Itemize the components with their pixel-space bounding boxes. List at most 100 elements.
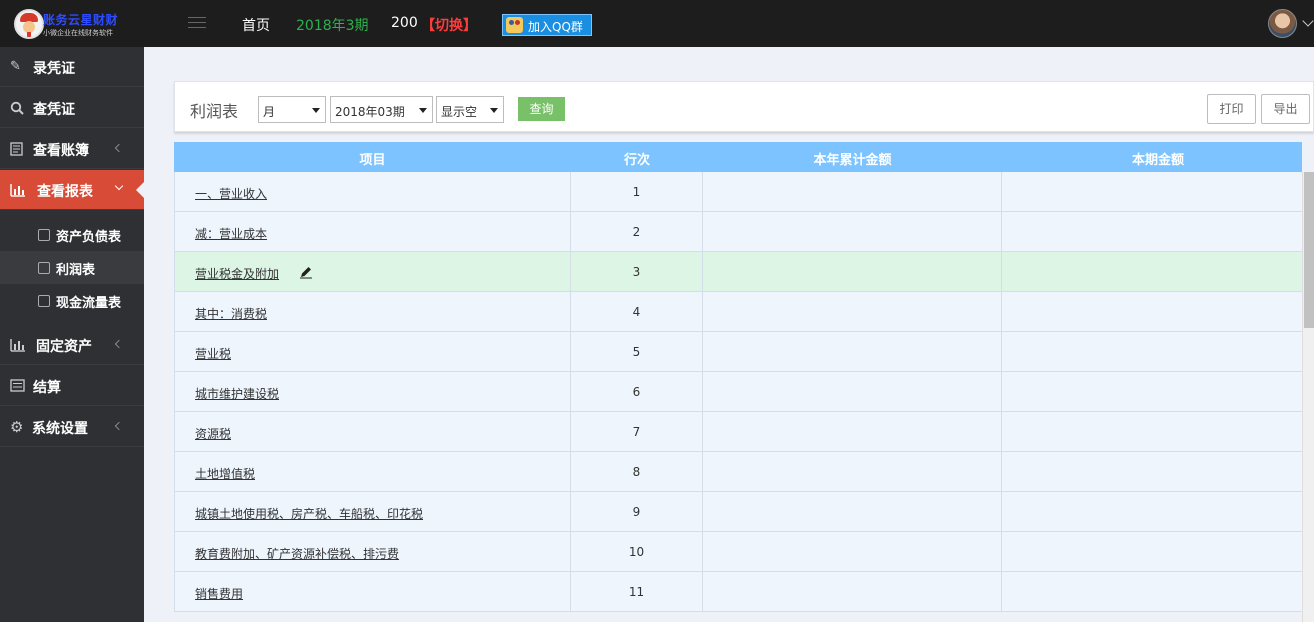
chevron-down-icon[interactable] [1302,15,1314,27]
period-amount-cell[interactable] [1002,292,1302,332]
table-row[interactable]: 资源税 7 [174,412,1302,452]
table-row[interactable]: 一、营业收入 1 [174,172,1302,212]
ytd-amount-cell[interactable] [703,572,1002,612]
document-icon [38,262,50,274]
item-link[interactable]: 减：营业成本 [195,225,267,242]
item-link[interactable]: 土地增值税 [195,465,255,482]
item-cell: 销售费用 [174,572,571,612]
item-link[interactable]: 销售费用 [195,585,243,602]
table-row[interactable]: 销售费用 11 [174,572,1302,612]
column-header-line: 行次 [623,153,650,168]
ytd-amount-cell[interactable] [703,172,1002,212]
top-bar: 账务云星财财 小微企业在线财务软件 首页 2018年3期 200 【切换】 加入… [0,0,1314,47]
sidebar-item-system-settings[interactable]: ⚙ 系统设置 [0,407,144,447]
period-amount-cell[interactable] [1002,212,1302,252]
ytd-amount-cell[interactable] [703,252,1002,292]
table-row[interactable]: 城镇土地使用税、房产税、车船税、印花税 9 [174,492,1302,532]
app-logo[interactable]: 账务云星财财 小微企业在线财务软件 [14,9,144,41]
menu-toggle-icon[interactable] [188,17,206,30]
show-empty-value: 显示空 [441,105,478,119]
query-button[interactable]: 查询 [518,97,565,121]
income-statement-table: 项目 行次 本年累计金额 本期金额 一、营业收入 1 减：营业成本 2 营业税金… [174,142,1302,622]
period-amount-cell[interactable] [1002,452,1302,492]
sidebar-subitem-cash-flow[interactable]: 现金流量表 [0,284,144,317]
period-type-select[interactable]: 月 [258,96,326,123]
nav-home-link[interactable]: 首页 [242,15,270,35]
edit-icon: ✎ [10,59,21,74]
period-amount-cell[interactable] [1002,172,1302,212]
item-link[interactable]: 营业税金及附加 [195,265,279,282]
sidebar-subitem-balance-sheet[interactable]: 资产负债表 [0,218,144,251]
column-header-period-amount: 本期金额 [1131,153,1184,168]
document-icon [38,295,50,307]
current-period: 2018年3期 [296,18,369,34]
table-row[interactable]: 城市维护建设税 6 [174,372,1302,412]
bar-chart-icon [10,338,25,352]
table-row[interactable]: 土地增值税 8 [174,452,1302,492]
table-row[interactable]: 营业税 5 [174,332,1302,372]
period-amount-cell[interactable] [1002,492,1302,532]
join-qq-group-button[interactable]: 加入QQ群 [502,14,592,36]
ytd-amount-cell[interactable] [703,332,1002,372]
sidebar-item-record-voucher[interactable]: ✎ 录凭证 [0,47,144,87]
ytd-amount-cell[interactable] [703,452,1002,492]
export-button[interactable]: 导出 [1261,94,1310,124]
period-amount-cell[interactable] [1002,252,1302,292]
ytd-amount-cell[interactable] [703,532,1002,572]
ytd-amount-cell[interactable] [703,372,1002,412]
sidebar-subitem-income-statement[interactable]: 利润表 [0,251,144,284]
period-amount-cell[interactable] [1002,332,1302,372]
user-avatar[interactable] [1268,9,1297,38]
item-link[interactable]: 其中：消费税 [195,305,267,322]
line-cell: 4 [571,292,703,332]
print-button[interactable]: 打印 [1207,94,1256,124]
item-link[interactable]: 城市维护建设税 [195,385,279,402]
list-icon [10,379,25,393]
item-cell: 一、营业收入 [174,172,571,212]
sidebar-item-view-reports[interactable]: 查看报表 [0,170,145,210]
bar-chart-icon [10,183,25,197]
period-amount-cell[interactable] [1002,532,1302,572]
report-toolbar: 利润表 月 2018年03期 显示空 查询 打印 导出 [174,81,1314,132]
sidebar-item-settlement[interactable]: 结算 [0,366,144,406]
item-link[interactable]: 资源税 [195,425,231,442]
line-cell: 9 [571,492,703,532]
table-row[interactable]: 其中：消费税 4 [174,292,1302,332]
ytd-amount-cell[interactable] [703,412,1002,452]
mascot-logo-icon [14,9,44,39]
show-empty-select[interactable]: 显示空 [436,96,504,123]
sidebar-item-fixed-assets[interactable]: 固定资产 [0,325,144,365]
table-row[interactable]: 营业税金及附加 3 [174,252,1302,292]
scrollbar-thumb[interactable] [1304,172,1314,328]
sidebar-item-view-ledger[interactable]: 查看账簿 [0,129,144,169]
sidebar-subitem-label: 现金流量表 [56,296,122,311]
gear-icon: ⚙ [10,418,24,436]
ytd-amount-cell[interactable] [703,292,1002,332]
vertical-scrollbar[interactable] [1302,172,1314,622]
table-row[interactable]: 减：营业成本 2 [174,212,1302,252]
qq-group-label: 加入QQ群 [528,20,583,34]
period-amount-cell[interactable] [1002,572,1302,612]
pencil-icon[interactable] [299,265,313,279]
search-icon [10,101,25,115]
account-count: 200 [391,15,418,31]
period-amount-cell[interactable] [1002,412,1302,452]
chevron-down-icon [114,181,124,191]
item-link[interactable]: 教育费附加、矿产资源补偿税、排污费 [195,545,399,562]
ledger-icon [10,142,25,156]
sidebar-subitem-label: 资产负债表 [56,230,122,245]
period-select[interactable]: 2018年03期 [330,96,433,123]
switch-account-link[interactable]: 【切换】 [421,15,477,35]
ytd-amount-cell[interactable] [703,492,1002,532]
dropdown-arrow-icon [490,108,498,117]
item-cell: 教育费附加、矿产资源补偿税、排污费 [174,532,571,572]
item-link[interactable]: 一、营业收入 [195,185,267,202]
sidebar-item-query-voucher[interactable]: 查凭证 [0,88,144,128]
period-amount-cell[interactable] [1002,372,1302,412]
document-icon [38,229,50,241]
ytd-amount-cell[interactable] [703,212,1002,252]
line-cell: 1 [571,172,703,212]
item-link[interactable]: 城镇土地使用税、房产税、车船税、印花税 [195,505,423,522]
table-row[interactable]: 教育费附加、矿产资源补偿税、排污费 10 [174,532,1302,572]
item-link[interactable]: 营业税 [195,345,231,362]
